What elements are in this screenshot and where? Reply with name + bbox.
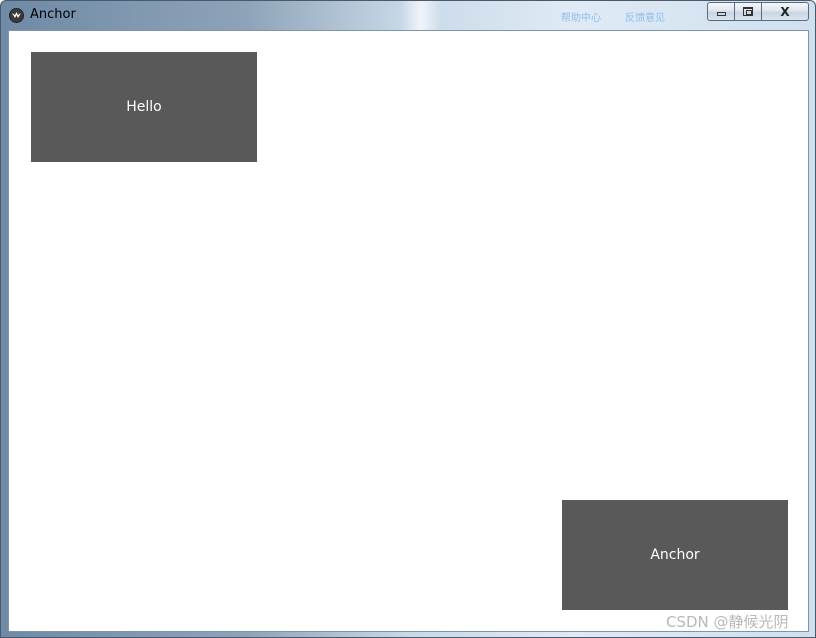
background-link: 反馈意见 (625, 13, 665, 24)
caption-buttons: X (707, 2, 809, 21)
anchor-button[interactable]: Anchor (562, 500, 788, 610)
kivy-logo-icon (9, 8, 24, 23)
csdn-watermark: CSDN @静候光阴 (666, 613, 789, 631)
background-link: 帮助中心 (561, 13, 601, 24)
close-button[interactable]: X (761, 2, 809, 21)
window-title: Anchor (30, 7, 76, 22)
minimize-button[interactable] (707, 2, 734, 21)
hello-button[interactable]: Hello (31, 52, 257, 162)
maximize-icon (743, 7, 753, 16)
close-icon: X (780, 4, 790, 19)
minimize-icon (716, 11, 726, 16)
app-window: Anchor 帮助中心 反馈意见 X Hello Anchor CSDN @静候… (0, 0, 816, 638)
maximize-button[interactable] (734, 2, 761, 21)
title-bar[interactable]: Anchor 帮助中心 反馈意见 X (1, 1, 815, 30)
button-label: Anchor (650, 547, 700, 563)
title-glare (401, 1, 441, 30)
button-label: Hello (126, 99, 162, 115)
client-area: Hello Anchor (8, 30, 809, 632)
